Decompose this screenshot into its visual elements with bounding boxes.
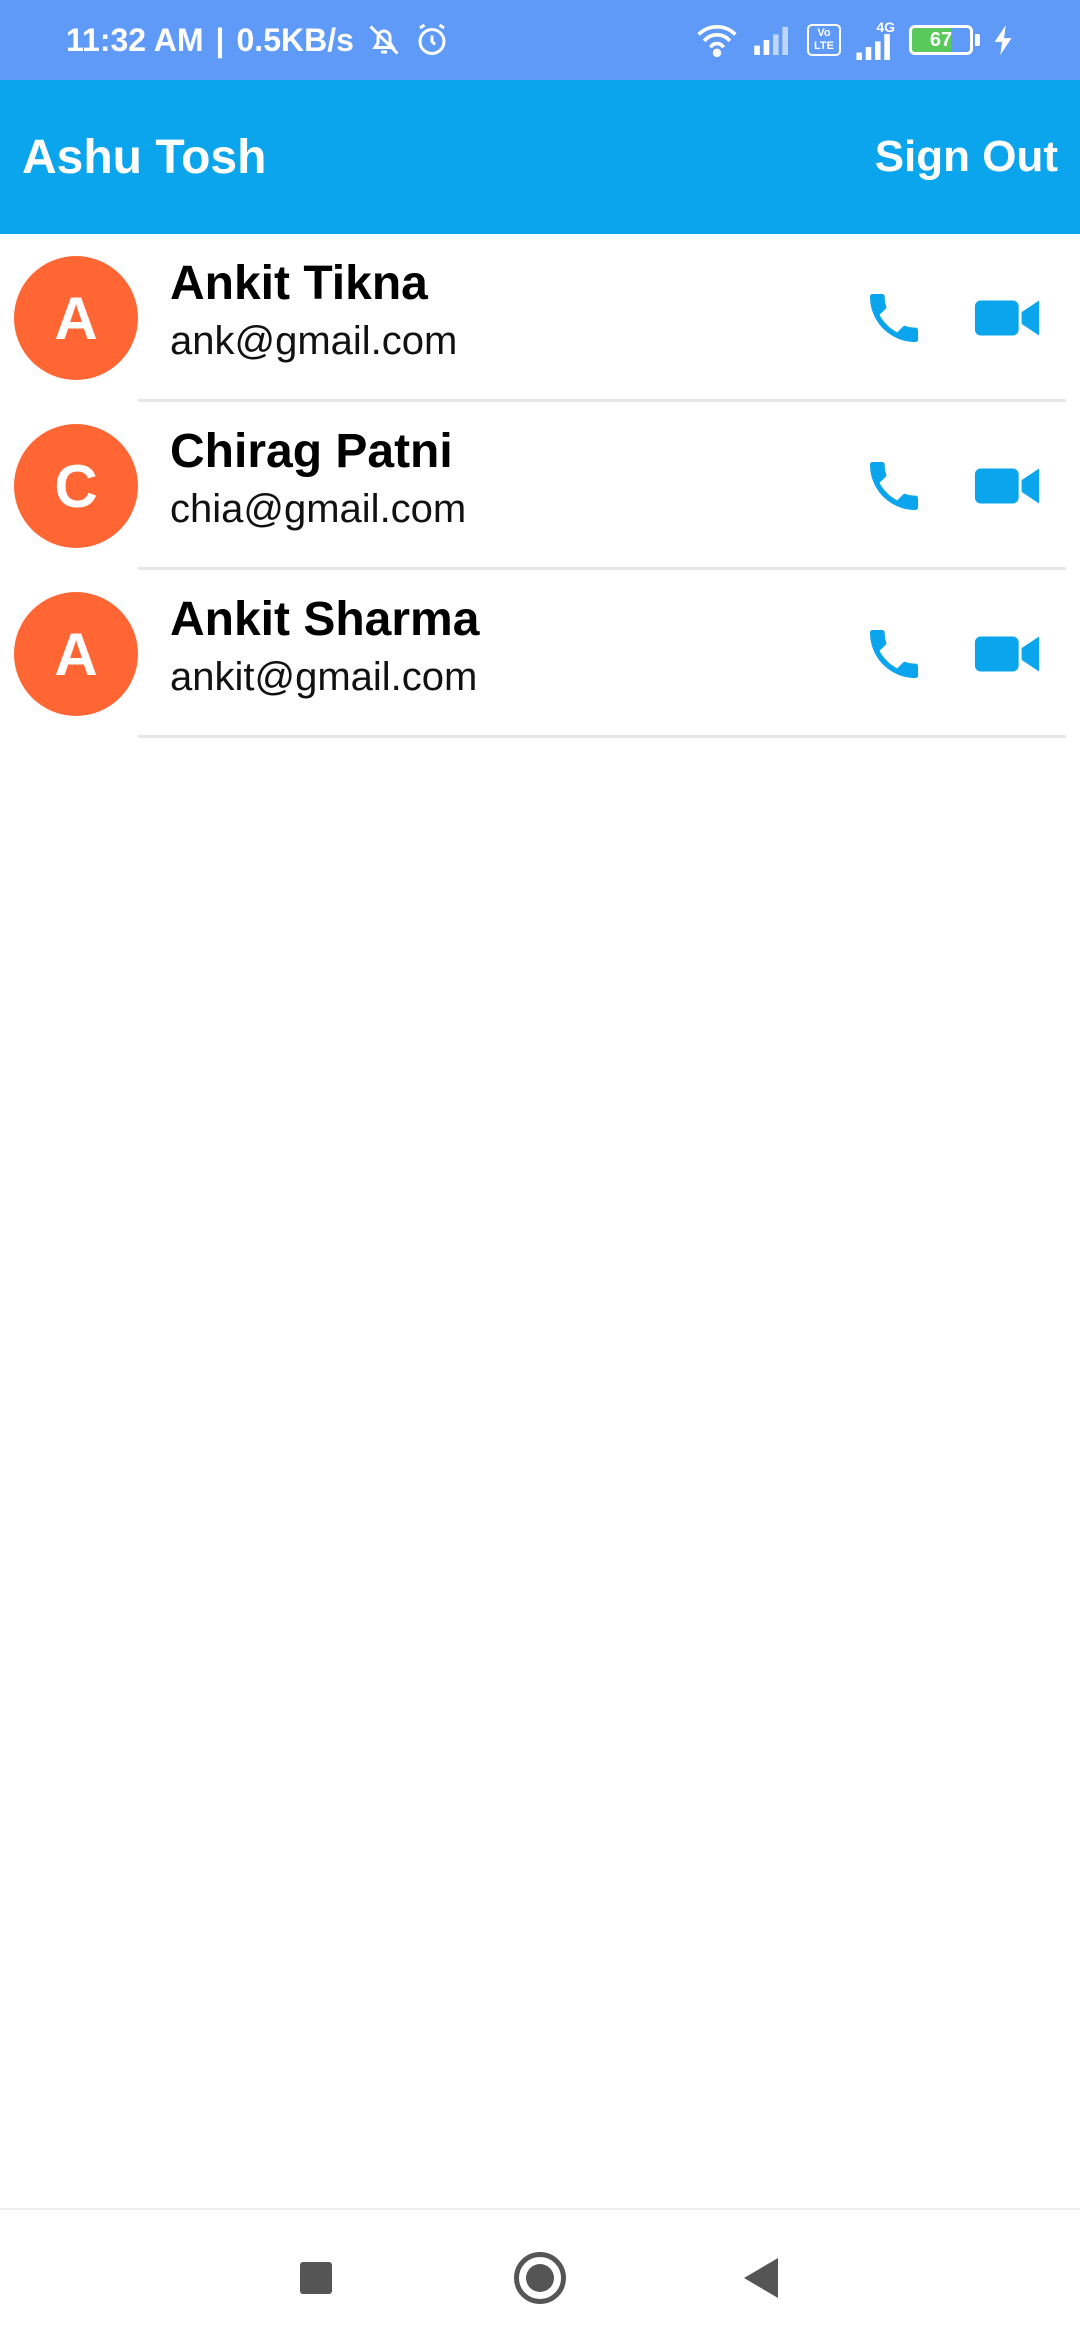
volte-label-bottom: LTE [814,40,834,52]
contact-name: Ankit Tikna [170,257,428,310]
contact-name: Chirag Patni [170,425,453,478]
wifi-icon [695,23,739,57]
contact-email: chia@gmail.com [170,487,467,531]
contact-name: Ankit Sharma [170,593,480,646]
phone-icon[interactable] [862,622,926,686]
contact-text: Ankit Tikna ank@gmail.com [170,256,457,370]
system-nav-bar [0,2208,1080,2340]
avatar: A [14,256,138,380]
avatar: A [14,592,138,716]
home-icon-inner [526,2264,554,2292]
app-bar: Ashu Tosh Sign Out [0,80,1080,234]
volte-label-top: Vo [817,27,831,39]
contact-email: ank@gmail.com [170,319,458,363]
charging-icon [994,25,1014,55]
battery-tip [975,34,980,46]
contact-list: A Ankit Tikna ank@gmail.com C Chirag Pat… [0,234,1080,738]
network-type: 4G [876,19,895,35]
mute-icon [366,22,402,58]
battery-icon: 67 [909,25,973,55]
sign-out-button[interactable]: Sign Out [875,132,1058,182]
alarm-icon [414,22,450,58]
battery-level: 67 [929,28,953,51]
video-camera-icon[interactable] [972,288,1042,348]
video-camera-icon[interactable] [972,456,1042,516]
status-separator: | [215,21,225,58]
contact-text: Ankit Sharma ankit@gmail.com [170,592,479,706]
contact-row[interactable]: A Ankit Tikna ank@gmail.com [0,234,1080,402]
home-icon[interactable] [514,2252,566,2304]
back-icon[interactable] [744,2258,778,2298]
video-camera-icon[interactable] [972,624,1042,684]
status-right: Vo LTE 4G 67 [695,20,1014,60]
recents-icon[interactable] [300,2262,332,2294]
contact-text: Chirag Patni chia@gmail.com [170,424,466,538]
status-bar: 11:32 AM | 0.5KB/s Vo LTE 4G 67 [0,0,1080,80]
contact-row[interactable]: A Ankit Sharma ankit@gmail.com [0,570,1080,738]
app-title: Ashu Tosh [22,130,267,184]
contact-row[interactable]: C Chirag Patni chia@gmail.com [0,402,1080,570]
signal-icon [753,25,793,55]
contact-email: ankit@gmail.com [170,655,478,699]
phone-icon[interactable] [862,286,926,350]
network-speed: 0.5KB/s [236,21,354,58]
phone-icon[interactable] [862,454,926,518]
row-divider [138,735,1066,738]
status-left: 11:32 AM | 0.5KB/s [66,22,450,59]
signal-4g-icon: 4G [855,20,895,60]
volte-icon: Vo LTE [807,24,841,56]
avatar: C [14,424,138,548]
status-time: 11:32 AM [66,21,204,58]
